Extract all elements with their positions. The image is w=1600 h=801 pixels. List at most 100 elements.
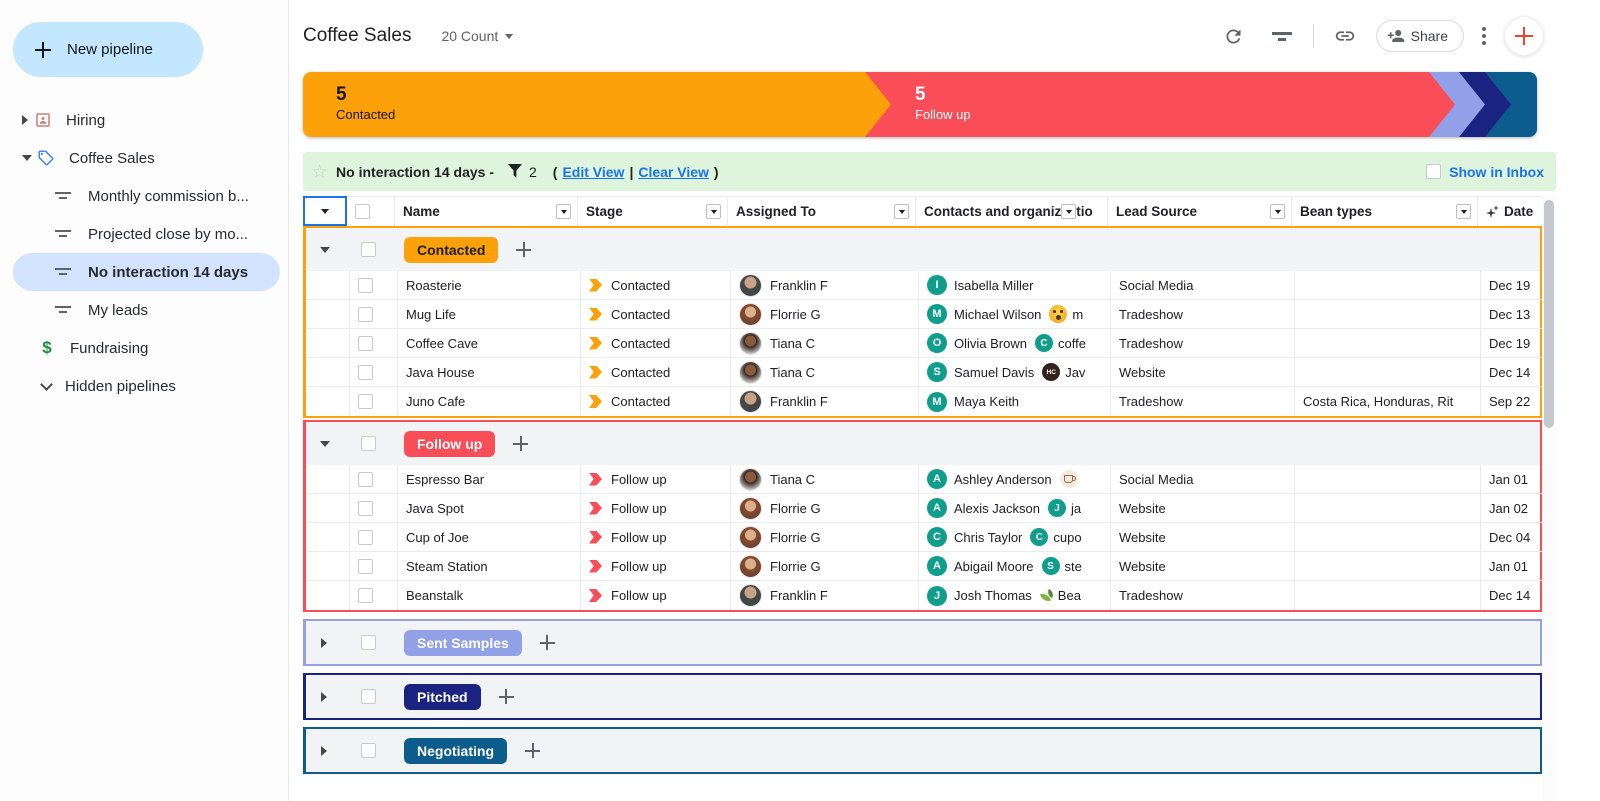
collapse-group-button[interactable] <box>306 440 348 447</box>
column-header-name[interactable]: Name <box>395 196 578 226</box>
count-label: 20 Count <box>441 28 499 44</box>
column-header-date[interactable]: Date <box>1478 196 1542 226</box>
refresh-button[interactable] <box>1217 19 1251 53</box>
chevron-down-icon <box>505 33 514 39</box>
collapse-group-button[interactable] <box>306 246 348 253</box>
table-row[interactable]: Cup of Joe Follow up Florrie G C Chris Ta… <box>306 523 1545 552</box>
add-row-button[interactable] <box>516 242 532 257</box>
table-row[interactable]: Juno Cafe Contacted Franklin F M Maya Kei… <box>306 387 1540 416</box>
table-row[interactable]: Roasterie Contacted Franklin F I Isabella… <box>306 271 1545 300</box>
stage-chip-icon <box>589 395 602 408</box>
sidebar-view-monthly-commission[interactable]: Monthly commission b... <box>0 177 288 215</box>
row-checkbox[interactable] <box>358 529 373 545</box>
row-checkbox[interactable] <box>358 394 373 409</box>
group-checkbox[interactable] <box>361 689 376 704</box>
sidebar-view-my-leads[interactable]: My leads <box>0 291 288 329</box>
link-icon <box>1335 31 1354 41</box>
count-dropdown[interactable]: 20 Count <box>441 28 514 44</box>
cell-name: Java Spot <box>406 500 464 516</box>
show-in-inbox-checkbox[interactable] <box>1426 164 1442 179</box>
table-row[interactable]: Java House Contacted Tiana C S Samuel Dav… <box>306 358 1545 387</box>
column-header-contacts[interactable]: Contacts and organiz tio <box>916 196 1108 226</box>
column-header-lead-source[interactable]: Lead Source <box>1108 196 1292 226</box>
expand-down-icon[interactable] <box>22 155 32 161</box>
expand-group-button[interactable] <box>306 637 348 648</box>
divider <box>1312 24 1314 48</box>
column-menu-button[interactable] <box>706 204 721 219</box>
org-badge: J <box>1047 499 1066 517</box>
group-checkbox[interactable] <box>361 242 376 257</box>
add-row-button[interactable] <box>513 436 529 451</box>
filter-icon <box>1271 28 1292 44</box>
group-badge[interactable]: Sent Samples <box>404 629 522 656</box>
new-pipeline-button[interactable]: New pipeline <box>13 22 203 77</box>
table-row[interactable]: Java Spot Follow up Florrie G A Alexis Ja… <box>306 494 1545 523</box>
stage-chip-icon <box>589 530 602 544</box>
row-checkbox[interactable] <box>358 364 373 380</box>
select-all-cell[interactable] <box>303 196 347 226</box>
cell-assigned: Franklin F <box>770 588 828 603</box>
view-label: Monthly commission b... <box>88 187 249 205</box>
edit-view-link[interactable]: Edit View <box>562 164 624 180</box>
clear-view-link[interactable]: Clear View <box>638 164 709 180</box>
sidebar-item-fundraising[interactable]: $ Fundraising <box>0 329 288 367</box>
view-filter-bar: ☆ No interaction 14 days - 2 ( Edit View… <box>303 152 1556 191</box>
more-options-button[interactable] <box>1482 27 1486 45</box>
vertical-scrollbar[interactable] <box>1542 196 1556 801</box>
row-checkbox[interactable] <box>358 335 373 351</box>
table-row[interactable]: Beanstalk Follow up Franklin F J Josh Tho… <box>306 581 1540 610</box>
group-checkbox[interactable] <box>361 436 376 451</box>
cell-name: Beanstalk <box>406 588 464 603</box>
row-checkbox[interactable] <box>358 277 373 293</box>
sidebar-view-projected-close[interactable]: Projected close by mo... <box>0 215 288 253</box>
cell-stage: Follow up <box>611 471 667 487</box>
table-row[interactable]: Steam Station Follow up Florrie G A Abiga… <box>306 552 1545 581</box>
column-header-bean-types[interactable]: Bean types <box>1292 196 1478 226</box>
column-menu-button[interactable] <box>894 204 909 219</box>
link-button[interactable] <box>1328 19 1362 53</box>
contact-badge: M <box>927 304 947 324</box>
column-menu-button[interactable] <box>1456 204 1471 219</box>
org-badge: C <box>1034 334 1053 352</box>
group-badge[interactable]: Follow up <box>404 430 496 457</box>
table-row[interactable]: Coffee Cave Contacted Tiana C O Olivia Br… <box>306 329 1545 358</box>
expand-group-button[interactable] <box>306 745 348 756</box>
star-icon[interactable]: ☆ <box>311 161 328 183</box>
add-row-button[interactable] <box>539 635 555 650</box>
row-checkbox[interactable] <box>358 471 373 487</box>
group-badge[interactable]: Negotiating <box>404 737 507 764</box>
row-checkbox[interactable] <box>358 588 373 603</box>
select-all-checkbox[interactable] <box>355 204 370 219</box>
filter-button[interactable] <box>1265 19 1299 53</box>
column-menu-button[interactable] <box>556 204 571 219</box>
scrollbar-thumb[interactable] <box>1544 200 1554 428</box>
share-button[interactable]: Share <box>1375 20 1464 52</box>
column-menu-button[interactable] <box>1270 204 1285 219</box>
column-header-stage[interactable]: Stage <box>578 196 728 226</box>
sidebar-item-hidden-pipelines[interactable]: Hidden pipelines <box>0 367 288 405</box>
row-checkbox[interactable] <box>358 500 373 516</box>
row-checkbox[interactable] <box>358 306 373 322</box>
sidebar-item-hiring[interactable]: Hiring <box>0 101 288 139</box>
expand-group-button[interactable] <box>306 691 348 702</box>
table-row[interactable]: Mug Life Contacted Florrie G M Michael Wi… <box>306 300 1545 329</box>
sidebar-view-no-interaction[interactable]: No interaction 14 days <box>13 253 280 291</box>
expand-right-icon[interactable] <box>22 115 28 125</box>
cell-lead-source: Website <box>1119 364 1166 380</box>
cell-date: Dec 04 <box>1489 529 1531 545</box>
add-row-button[interactable] <box>525 743 540 758</box>
add-row-button[interactable] <box>498 689 514 704</box>
row-checkbox[interactable] <box>358 558 373 574</box>
group-checkbox[interactable] <box>361 635 376 650</box>
column-menu-button[interactable] <box>1061 204 1077 219</box>
add-box-button[interactable] <box>1504 16 1544 56</box>
group-badge[interactable]: Pitched <box>404 683 481 710</box>
column-header-assigned-to[interactable]: Assigned To <box>728 196 916 226</box>
cell-org: cupo <box>1053 529 1082 545</box>
sidebar-item-coffee-sales[interactable]: Coffee Sales <box>0 139 288 177</box>
header-checkbox-cell[interactable] <box>347 196 395 226</box>
show-in-inbox-label: Show in Inbox <box>1449 163 1544 180</box>
table-row[interactable]: Espresso Bar Follow up Tiana C A Ashley A… <box>306 465 1545 494</box>
group-badge[interactable]: Contacted <box>404 236 499 263</box>
group-checkbox[interactable] <box>361 743 376 758</box>
